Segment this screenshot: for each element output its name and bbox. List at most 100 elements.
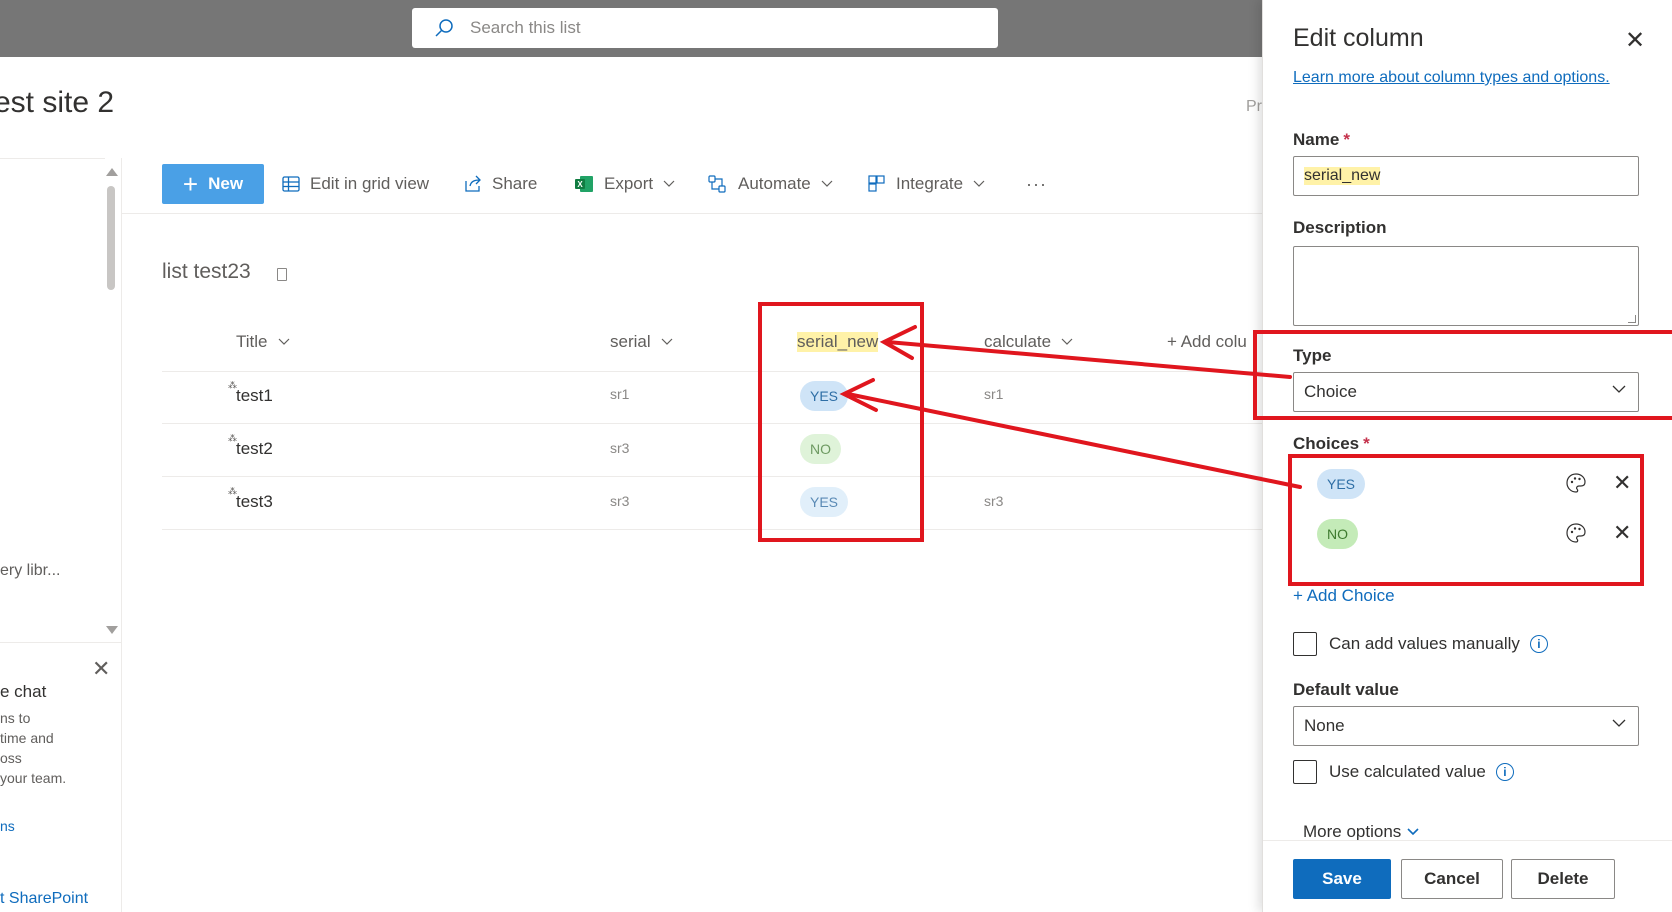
chevron-down-icon: [973, 180, 985, 187]
use-calculated-label: Use calculated value: [1329, 762, 1486, 781]
integrate-label: Integrate: [896, 174, 964, 193]
more-commands-button[interactable]: ···: [1026, 166, 1047, 202]
scroll-thumb[interactable]: [107, 186, 115, 290]
learn-more-link[interactable]: Learn more about column types and option…: [1293, 66, 1613, 89]
scroll-down-arrow-icon[interactable]: [106, 626, 118, 634]
can-add-values-row: Can add values manually i: [1293, 632, 1548, 656]
close-icon[interactable]: ✕: [92, 656, 110, 682]
default-value-dropdown-value: None: [1304, 716, 1345, 735]
row-title-cell[interactable]: test2: [236, 439, 273, 459]
left-navigation: ery libr... ✕ e chat ns to time and oss …: [0, 158, 122, 912]
grid-icon: [282, 176, 300, 192]
column-header-label: Title: [236, 332, 268, 351]
svg-text:X: X: [577, 180, 583, 189]
search-placeholder: Search this list: [470, 18, 581, 37]
scroll-up-arrow-icon[interactable]: [106, 168, 118, 176]
delete-button[interactable]: Delete: [1511, 859, 1615, 899]
use-calculated-checkbox[interactable]: [1293, 760, 1317, 784]
name-input[interactable]: serial_new: [1293, 156, 1639, 196]
list-title: list test23: [162, 260, 251, 283]
export-button[interactable]: X Export: [574, 166, 675, 202]
chevron-down-icon: [661, 338, 673, 345]
row-divider: [162, 529, 1262, 530]
annotation-box-type: [1253, 330, 1672, 420]
description-label: Description: [1293, 218, 1387, 237]
command-bar: + New Edit in grid view Share X Export A…: [122, 152, 1262, 214]
chevron-down-icon: [278, 338, 289, 345]
add-choice-button[interactable]: + Add Choice: [1293, 586, 1395, 606]
list-info-icon[interactable]: [277, 268, 287, 281]
nav-divider: [0, 158, 105, 159]
automate-button[interactable]: Automate: [708, 166, 833, 202]
close-icon[interactable]: ✕: [1625, 26, 1645, 55]
partial-text: Pr: [1246, 98, 1262, 115]
row-calculate-cell: sr3: [984, 493, 1004, 509]
resize-grip-icon[interactable]: [1628, 315, 1636, 323]
use-calculated-row: Use calculated value i: [1293, 760, 1514, 784]
search-icon: [435, 19, 453, 37]
nav-scrollbar[interactable]: [104, 168, 118, 638]
info-icon[interactable]: i: [1529, 635, 1548, 653]
save-button[interactable]: Save: [1293, 859, 1391, 899]
more-options-toggle[interactable]: More options: [1303, 822, 1419, 842]
share-button[interactable]: Share: [464, 166, 537, 202]
chevron-down-icon: [663, 180, 675, 187]
default-value-dropdown[interactable]: None: [1293, 706, 1639, 746]
cancel-button[interactable]: Cancel: [1401, 859, 1503, 899]
new-button[interactable]: + New: [162, 164, 264, 204]
row-serial-cell: sr1: [610, 386, 630, 402]
chevron-down-icon: [1612, 719, 1626, 727]
search-box[interactable]: Search this list: [412, 8, 998, 48]
site-title[interactable]: est site 2: [0, 86, 114, 120]
nav-item-library[interactable]: ery libr...: [0, 562, 60, 580]
export-label: Export: [604, 174, 654, 193]
panel-title: Edit column: [1293, 24, 1424, 52]
chevron-down-icon: [821, 180, 833, 187]
row-serial-cell: sr3: [610, 493, 630, 509]
name-label: Name *: [1293, 130, 1350, 150]
edit-grid-view-button[interactable]: Edit in grid view: [282, 166, 429, 202]
column-header-label: serial: [610, 332, 651, 351]
row-title-cell[interactable]: test3: [236, 492, 273, 512]
name-label-text: Name: [1293, 130, 1340, 149]
chevron-down-icon: [1061, 338, 1073, 345]
row-divider: [162, 423, 1262, 424]
choices-label: Choices *: [1293, 434, 1370, 454]
add-column-label: + Add colu: [1167, 332, 1247, 351]
column-header-serial[interactable]: serial: [610, 332, 673, 352]
chat-promo-description: ns to time and oss your team.: [0, 710, 67, 786]
add-column-button[interactable]: + Add colu: [1167, 332, 1262, 352]
column-header-label: calculate: [984, 332, 1052, 351]
required-marker: *: [1363, 434, 1370, 453]
chevron-down-icon: [1407, 828, 1419, 836]
header-divider: [162, 371, 1262, 372]
panel-footer: Save Cancel Delete: [1263, 840, 1672, 912]
info-icon[interactable]: i: [1495, 763, 1514, 781]
sharepoint-link[interactable]: t SharePoint: [0, 890, 88, 908]
automate-icon: [708, 175, 726, 193]
integrate-icon: [868, 175, 885, 192]
can-add-values-label: Can add values manually: [1329, 634, 1520, 653]
column-header-calculate[interactable]: calculate: [984, 332, 1073, 352]
automate-label: Automate: [738, 174, 811, 193]
excel-icon: X: [575, 176, 593, 192]
choices-label-text: Choices: [1293, 434, 1360, 453]
column-header-title[interactable]: Title: [236, 332, 290, 352]
annotation-box-choices: [1288, 454, 1644, 586]
default-value-label: Default value: [1293, 680, 1399, 699]
row-divider: [162, 476, 1262, 477]
required-marker: *: [1343, 130, 1350, 149]
more-options-label: More options: [1303, 822, 1402, 841]
description-textarea[interactable]: [1293, 246, 1639, 326]
can-add-values-checkbox[interactable]: [1293, 632, 1317, 656]
chat-promo-link[interactable]: ns: [0, 818, 15, 834]
new-button-label: New: [208, 174, 244, 193]
row-title-cell[interactable]: test1: [236, 386, 273, 406]
name-input-value: serial_new: [1304, 167, 1381, 185]
edit-grid-label: Edit in grid view: [310, 174, 430, 193]
integrate-button[interactable]: Integrate: [868, 166, 985, 202]
row-serial-cell: sr3: [610, 440, 630, 456]
chat-promo-title: e chat: [0, 682, 47, 701]
row-calculate-cell: sr1: [984, 386, 1004, 402]
plus-icon: +: [182, 169, 199, 199]
